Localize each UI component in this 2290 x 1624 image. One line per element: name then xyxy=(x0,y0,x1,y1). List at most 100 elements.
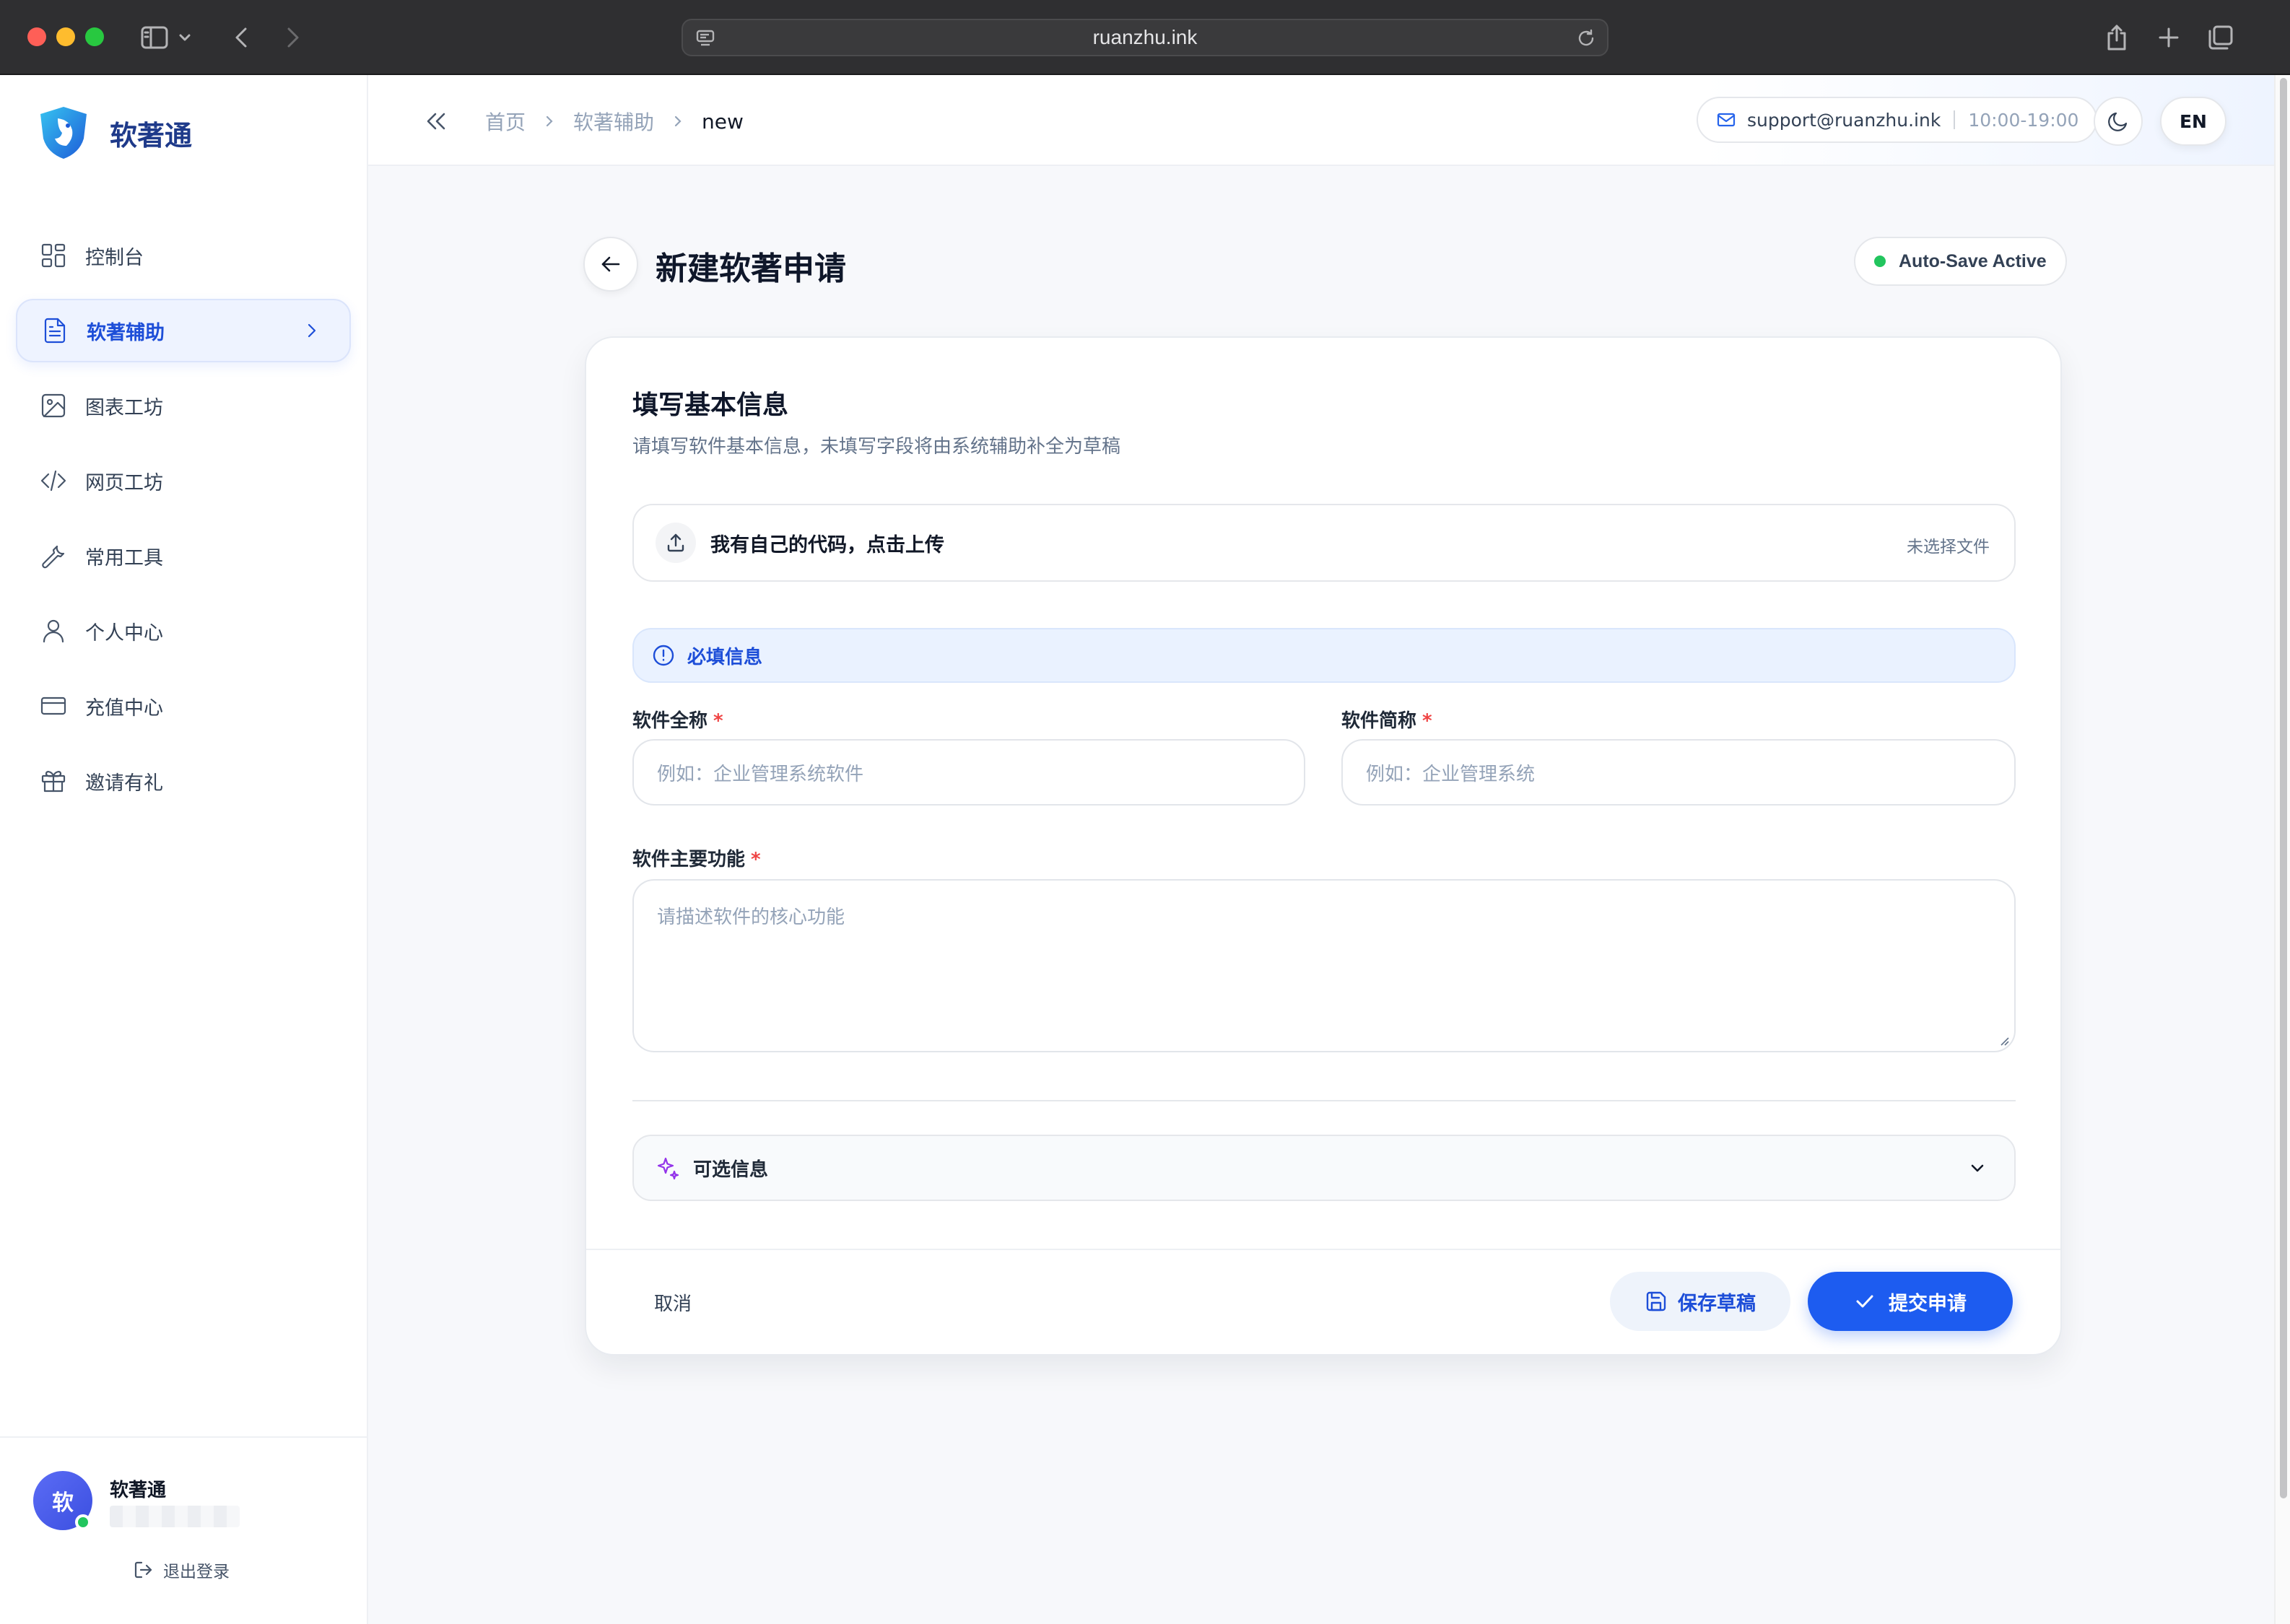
info-circle-icon xyxy=(653,645,674,666)
double-chevron-left-icon xyxy=(427,113,445,130)
user-icon xyxy=(43,619,64,643)
sidebar-item-chart-workshop[interactable]: 图表工坊 xyxy=(16,374,351,437)
close-window-button[interactable] xyxy=(27,27,46,46)
full-name-placeholder: 例如：企业管理系统软件 xyxy=(657,763,864,785)
minimize-window-button[interactable] xyxy=(56,27,75,46)
main-function-placeholder: 请描述软件的核心功能 xyxy=(657,907,845,928)
check-icon xyxy=(1856,1295,1873,1308)
form-actions: 取消 保存草稿 提交申请 xyxy=(586,1249,2060,1355)
save-draft-button[interactable]: 保存草稿 xyxy=(1610,1272,1790,1331)
full-name-label: 软件全称 * xyxy=(632,706,723,733)
sidebar-item-label: 常用工具 xyxy=(85,546,163,569)
upload-icon xyxy=(656,523,696,563)
forward-arrow-icon[interactable] xyxy=(276,20,310,55)
software-short-name-input[interactable]: 例如：企业管理系统 xyxy=(1341,739,2016,806)
breadcrumb-copyright-assist[interactable]: 软著辅助 xyxy=(573,107,654,136)
optional-section-toggle[interactable]: 可选信息 xyxy=(632,1135,2016,1201)
required-star: * xyxy=(1422,710,1432,732)
code-upload-button[interactable]: 我有自己的代码，点击上传 未选择文件 xyxy=(632,504,2016,582)
logo-shield-icon xyxy=(40,107,87,159)
status-dot xyxy=(1874,256,1886,267)
user-panel: 软 软著通 退出登录 xyxy=(0,1436,367,1624)
sidebar-item-copyright-assist[interactable]: 软著辅助 xyxy=(16,299,351,362)
maximize-window-button[interactable] xyxy=(85,27,104,46)
chevron-right-icon xyxy=(546,115,553,127)
chevron-right-icon xyxy=(674,115,682,127)
sidebar-item-invite[interactable]: 邀请有礼 xyxy=(16,749,351,813)
card-title: 填写基本信息 xyxy=(632,390,789,420)
upload-label: 我有自己的代码，点击上传 xyxy=(710,533,944,556)
sidebar-item-label: 充值中心 xyxy=(85,697,163,720)
scrollbar-thumb[interactable] xyxy=(2280,78,2287,1498)
main-function-textarea[interactable]: 请描述软件的核心功能 xyxy=(632,879,2016,1052)
sidebar-item-label: 软著辅助 xyxy=(87,321,165,344)
mail-icon xyxy=(1717,113,1736,127)
tab-overview-icon[interactable] xyxy=(2203,20,2238,55)
logout-label: 退出登录 xyxy=(163,1563,230,1581)
sidebar-nav: 控制台 软著辅助 图表工坊 网页工坊 常用工具 个人中心 充值中心 邀请有礼 xyxy=(16,224,351,824)
divider xyxy=(1954,110,1956,129)
back-button[interactable] xyxy=(583,237,638,292)
reload-icon[interactable] xyxy=(1575,27,1597,52)
page-title: 新建软著申请 xyxy=(656,250,846,287)
sidebar-toggle-icon[interactable] xyxy=(137,20,172,55)
language-toggle-button[interactable]: EN xyxy=(2160,97,2226,146)
upload-file-status: 未选择文件 xyxy=(1907,538,1990,556)
address-bar[interactable]: ruanzhu.ink xyxy=(682,19,1608,56)
cancel-button[interactable]: 取消 xyxy=(654,1289,692,1316)
logout-icon xyxy=(134,1561,152,1579)
online-status-dot xyxy=(75,1514,91,1530)
sidebar-item-label: 个人中心 xyxy=(85,621,163,645)
sidebar-item-recharge[interactable]: 充值中心 xyxy=(16,674,351,738)
brand-logo[interactable]: 软著通 xyxy=(36,104,192,162)
short-name-label-text: 软件简称 xyxy=(1341,710,1417,732)
logout-button[interactable]: 退出登录 xyxy=(133,1558,230,1582)
autosave-status-badge: Auto-Save Active xyxy=(1854,237,2067,286)
collapse-sidebar-button[interactable] xyxy=(422,107,450,136)
sidebar-item-label: 图表工坊 xyxy=(85,396,163,419)
submit-application-button[interactable]: 提交申请 xyxy=(1808,1272,2013,1331)
breadcrumb-home[interactable]: 首页 xyxy=(485,107,526,136)
sidebar-item-dashboard[interactable]: 控制台 xyxy=(16,224,351,287)
resize-handle-icon[interactable] xyxy=(1998,1035,2010,1047)
support-hours: 10:00-19:00 xyxy=(1968,109,2079,131)
section-divider xyxy=(632,1100,2016,1101)
required-star: * xyxy=(713,710,723,732)
url-text: ruanzhu.ink xyxy=(1092,26,1198,48)
sidebar-item-label: 控制台 xyxy=(85,246,144,269)
card-description: 请填写软件基本信息，未填写字段将由系统辅助补全为草稿 xyxy=(632,436,1121,458)
required-section-label: 必填信息 xyxy=(687,646,763,668)
user-id-redacted xyxy=(110,1506,240,1527)
new-tab-icon[interactable] xyxy=(2151,20,2186,55)
sidebar-item-tools[interactable]: 常用工具 xyxy=(16,524,351,588)
save-icon xyxy=(1646,1291,1666,1311)
chevron-down-icon[interactable] xyxy=(176,20,193,55)
breadcrumb: 首页 软著辅助 new xyxy=(485,107,744,136)
theme-toggle-button[interactable] xyxy=(2094,97,2143,146)
submit-label: 提交申请 xyxy=(1889,1292,1967,1315)
page-scrollbar[interactable] xyxy=(2274,75,2290,1624)
main-function-label: 软件主要功能 * xyxy=(632,844,761,871)
site-settings-icon[interactable] xyxy=(695,27,716,52)
chevron-down-icon xyxy=(1971,1164,1984,1172)
main-content: 新建软著申请 Auto-Save Active 填写基本信息 请填写软件基本信息… xyxy=(368,166,2274,1624)
gift-icon xyxy=(41,771,66,793)
sidebar-item-label: 邀请有礼 xyxy=(85,772,163,795)
full-name-label-text: 软件全称 xyxy=(632,710,708,732)
credit-card-icon xyxy=(40,697,66,715)
share-icon[interactable] xyxy=(2099,20,2134,55)
top-bar: 首页 软著辅助 new support@ruanzhu.ink 10:00-19… xyxy=(368,75,2274,166)
sidebar-item-web-workshop[interactable]: 网页工坊 xyxy=(16,449,351,512)
back-arrow-icon[interactable] xyxy=(224,20,258,55)
wrench-icon xyxy=(42,545,65,569)
support-email: support@ruanzhu.ink xyxy=(1747,109,1941,131)
sidebar: 软著通 控制台 软著辅助 图表工坊 网页工坊 常用工具 个人中心 充值中心 邀请… xyxy=(0,75,368,1624)
sidebar-item-profile[interactable]: 个人中心 xyxy=(16,599,351,663)
short-name-placeholder: 例如：企业管理系统 xyxy=(1366,763,1536,785)
software-full-name-input[interactable]: 例如：企业管理系统软件 xyxy=(632,739,1305,806)
optional-section-label: 可选信息 xyxy=(693,1158,769,1181)
required-star: * xyxy=(751,849,761,870)
support-contact[interactable]: support@ruanzhu.ink 10:00-19:00 xyxy=(1697,97,2098,143)
sidebar-item-label: 网页工坊 xyxy=(85,471,163,494)
required-section-header: 必填信息 xyxy=(632,628,2016,683)
